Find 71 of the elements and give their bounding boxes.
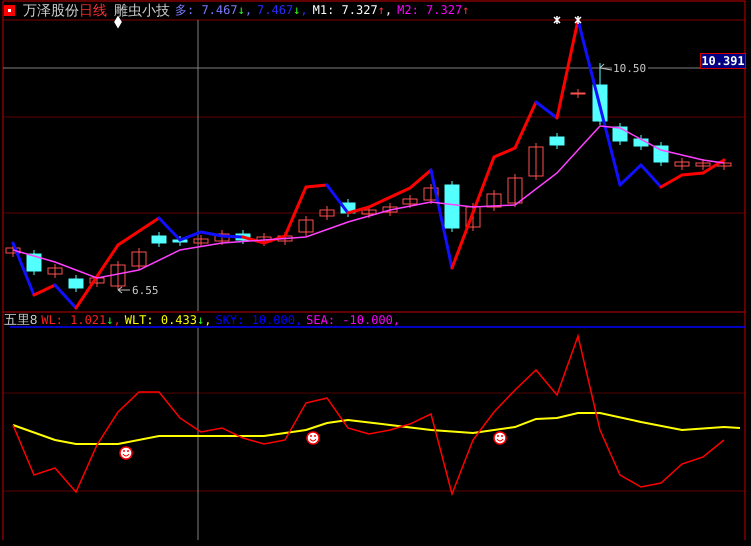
- candlestick: [340, 198, 356, 218]
- candlestick: [486, 190, 502, 212]
- low-price-annotation: 6.55: [132, 284, 158, 297]
- candlestick: [550, 132, 564, 150]
- indicator-value: M1: 7.327: [312, 3, 378, 18]
- indicator-name: 五里8: [4, 313, 38, 327]
- candlestick: [152, 232, 166, 248]
- candlestick: [654, 142, 668, 166]
- oscillator-value: WL: 1.021: [41, 313, 106, 327]
- separator: ,: [384, 3, 392, 18]
- candlestick: [716, 158, 732, 170]
- candlestick: [214, 230, 230, 246]
- high-price-annotation: 10.50: [613, 62, 646, 75]
- indicator-value: 多: 7.467: [175, 3, 238, 18]
- period-label: 日线: [79, 3, 107, 18]
- candlestick: [444, 180, 460, 232]
- star-marker-icon: [574, 15, 582, 25]
- stock-icon: [4, 5, 15, 16]
- candlestick: [570, 88, 586, 98]
- candlestick: [172, 236, 188, 246]
- candlestick: [528, 142, 544, 180]
- oscillator-value: SKY: 10.000: [215, 313, 295, 327]
- indicator-value: 7.467: [257, 3, 294, 18]
- candlestick: [298, 216, 314, 236]
- candlestick: [278, 232, 292, 246]
- candlestick: [402, 194, 418, 208]
- candlestick: [26, 250, 42, 276]
- candlestick: [362, 206, 376, 218]
- candlestick: [674, 158, 690, 170]
- stock-name: 万泽股份: [23, 3, 79, 18]
- candlestick: [634, 134, 648, 150]
- candlestick: [194, 234, 208, 248]
- candlestick: [236, 230, 250, 244]
- separator: ,: [300, 3, 308, 18]
- candlestick: [48, 264, 62, 278]
- indicator-value: M2: 7.327: [397, 3, 462, 18]
- oscillator-value: WLT: 0.433: [124, 313, 197, 327]
- smiley-icon: [493, 431, 507, 445]
- diamond-marker-icon: [114, 16, 122, 28]
- trend-arrow: ↓: [106, 313, 114, 327]
- smiley-icon: [306, 431, 320, 445]
- separator: ,: [392, 313, 400, 327]
- candlestick: [424, 184, 438, 204]
- candlestick: [466, 202, 480, 232]
- candlestick: [110, 260, 126, 290]
- separator: ,: [294, 313, 302, 327]
- candlestick: [256, 232, 272, 246]
- smiley-icon: [119, 446, 133, 460]
- trend-arrow: ↓: [238, 3, 245, 18]
- oscillator-value: SEA: -10.000: [306, 313, 393, 327]
- star-marker-icon: [553, 15, 561, 25]
- trend-arrow: ↓: [196, 313, 204, 327]
- candlestick: [382, 202, 398, 216]
- indicator-name: 雕虫小技: [114, 3, 170, 18]
- separator: ,: [244, 3, 252, 18]
- candlestick: [592, 62, 608, 126]
- candlestick: [320, 206, 334, 220]
- candlestick: [132, 248, 146, 270]
- trend-arrow: ↓: [293, 3, 300, 18]
- trend-arrow: ↑: [462, 3, 470, 18]
- leader-arrow: [600, 64, 612, 70]
- leader-arrow: [118, 286, 130, 294]
- candlestick: [6, 244, 20, 258]
- candlestick: [508, 174, 522, 208]
- separator: ,: [114, 313, 121, 327]
- candlestick: [68, 274, 84, 292]
- separator: ,: [204, 313, 212, 327]
- candlestick: [696, 158, 710, 170]
- candlestick: [612, 122, 628, 146]
- trend-arrow: ↑: [378, 3, 385, 18]
- current-price-label: 10.391: [700, 53, 746, 69]
